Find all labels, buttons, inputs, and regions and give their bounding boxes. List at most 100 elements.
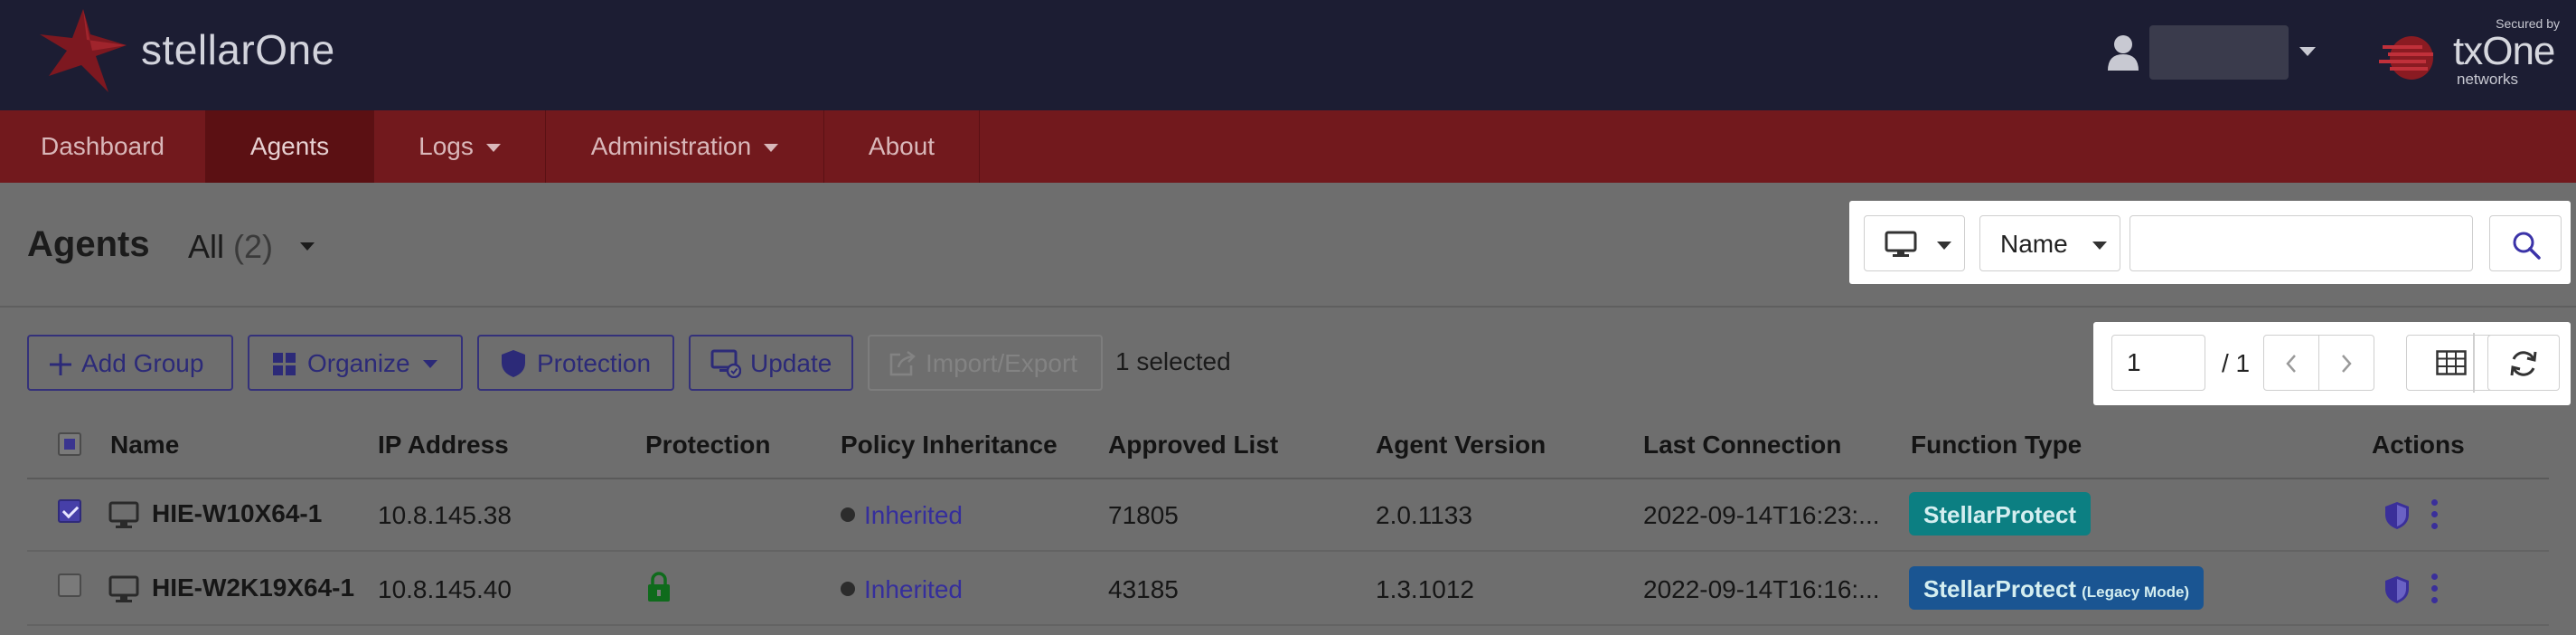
legacy-mode-label: (Legacy Mode) [2082,583,2190,601]
nav-about[interactable]: About [824,110,980,183]
table-icon [2436,350,2467,375]
nav-agents[interactable]: Agents [206,110,374,183]
user-name-redacted[interactable] [2149,25,2289,80]
txone-sub: networks [2457,71,2519,88]
page-title: Agents [27,224,150,264]
table-row[interactable]: HIE-W2K19X64-1 10.8.145.40 Inherited 431… [27,554,2549,626]
status-dot-icon [841,507,855,522]
more-actions-icon[interactable] [2431,573,2439,604]
stellarone-logo-icon [40,9,127,92]
toolbar-separator [2473,333,2475,393]
selected-count: 1 selected [1115,347,1231,375]
table-header: Name IP Address Protection Policy Inheri… [27,412,2549,479]
import-export-label: Import/Export [926,349,1078,377]
brand-name: stellarOne [141,26,335,73]
column-header[interactable]: Last Connection [1643,431,1841,460]
policy-link[interactable]: Inherited [864,575,963,603]
status-dot-icon [841,582,855,596]
pager-panel: / 1 [2093,322,2571,405]
column-header[interactable]: Approved List [1108,431,1278,460]
column-header[interactable]: Name [110,431,179,460]
nav-logs[interactable]: Logs [374,110,546,183]
agent-version: 1.3.1012 [1376,575,1474,603]
grid-icon [273,353,296,375]
policy-inheritance: Inherited [841,575,963,604]
protection-button[interactable]: Protection [477,335,674,391]
import-export-button[interactable]: Import/Export [868,335,1103,391]
chevron-down-icon [2092,242,2107,250]
ip-address: 10.8.145.40 [378,575,512,603]
chevron-down-icon [423,360,437,368]
user-avatar-icon[interactable] [2106,34,2140,71]
function-type-label: StellarProtect [1923,575,2077,602]
add-group-button[interactable]: Add Group [27,335,233,391]
agent-name[interactable]: HIE-W10X64-1 [152,499,322,528]
shield-icon[interactable] [2384,501,2410,530]
nav-dashboard[interactable]: Dashboard [0,110,206,183]
protection-label: Protection [537,349,652,377]
column-header[interactable]: IP Address [378,431,509,460]
chevron-down-icon[interactable] [300,242,315,251]
export-icon [889,351,916,376]
approved-list: 43185 [1108,575,1179,603]
row-checkbox[interactable] [58,573,81,597]
nav-administration[interactable]: Administration [546,110,824,183]
shield-icon [502,350,525,377]
select-all-checkbox[interactable] [58,432,81,456]
column-header[interactable]: Protection [645,431,770,460]
txone-mark-icon [2379,36,2433,80]
add-group-label: Add Group [81,349,204,377]
search-button[interactable] [2489,215,2562,271]
group-filter-label: All [188,228,225,265]
ip-address: 10.8.145.38 [378,501,512,529]
search-field-label: Name [2000,230,2068,258]
shield-icon[interactable] [2384,575,2410,604]
desktop-icon [108,575,139,602]
column-header[interactable]: Agent Version [1376,431,1546,460]
lock-icon [648,572,670,602]
policy-inheritance: Inherited [841,501,963,530]
function-type-badge: StellarProtect [1909,492,2092,535]
chevron-down-icon[interactable] [2299,47,2316,56]
main-nav: Dashboard Agents Logs Administration Abo… [0,110,2576,183]
nav-label: Agents [249,132,330,160]
more-actions-icon[interactable] [2431,499,2439,530]
organize-button[interactable]: Organize [248,335,463,391]
top-bar: stellarOne Secured by txOne networks [0,0,2576,110]
refresh-button[interactable] [2487,335,2560,391]
last-connection: 2022-09-14T16:23:... [1643,501,1880,529]
nav-label: Administration [590,132,752,160]
prev-page-button[interactable] [2263,335,2319,391]
nav-label: Dashboard [41,132,165,160]
search-icon [2513,232,2541,260]
device-type-dropdown[interactable] [1864,215,1965,271]
column-header[interactable]: Policy Inheritance [841,431,1058,460]
row-checkbox[interactable] [58,499,81,523]
column-header: Actions [2372,431,2465,459]
function-type-label: StellarProtect [1923,501,2077,528]
page-total: / 1 [2222,349,2251,377]
table-row[interactable]: HIE-W10X64-1 10.8.145.38 Inherited 71805… [27,479,2549,552]
update-button[interactable]: Update [689,335,853,391]
monitor-icon [1885,231,1917,257]
group-filter[interactable]: All (2) [188,228,273,266]
txone-logo: Secured by txOne networks [2379,14,2560,96]
policy-link[interactable]: Inherited [864,501,963,529]
search-panel: Name [1849,201,2571,284]
txone-name: txOne [2453,29,2555,73]
page-number-input[interactable] [2111,335,2205,391]
chevron-down-icon [764,144,779,153]
agent-version: 2.0.1133 [1376,501,1472,529]
column-settings-button[interactable] [2406,335,2496,391]
chevron-down-icon [485,144,501,153]
update-label: Update [750,349,832,377]
agent-name[interactable]: HIE-W2K19X64-1 [152,573,354,602]
search-field-dropdown[interactable]: Name [1979,215,2120,271]
next-page-button[interactable] [2318,335,2374,391]
nav-label: Logs [418,132,474,160]
function-type-badge: StellarProtect (Legacy Mode) [1909,566,2205,610]
organize-label: Organize [307,349,410,377]
search-input[interactable] [2129,215,2473,271]
column-header[interactable]: Function Type [1911,431,2082,460]
nav-label: About [868,132,935,160]
